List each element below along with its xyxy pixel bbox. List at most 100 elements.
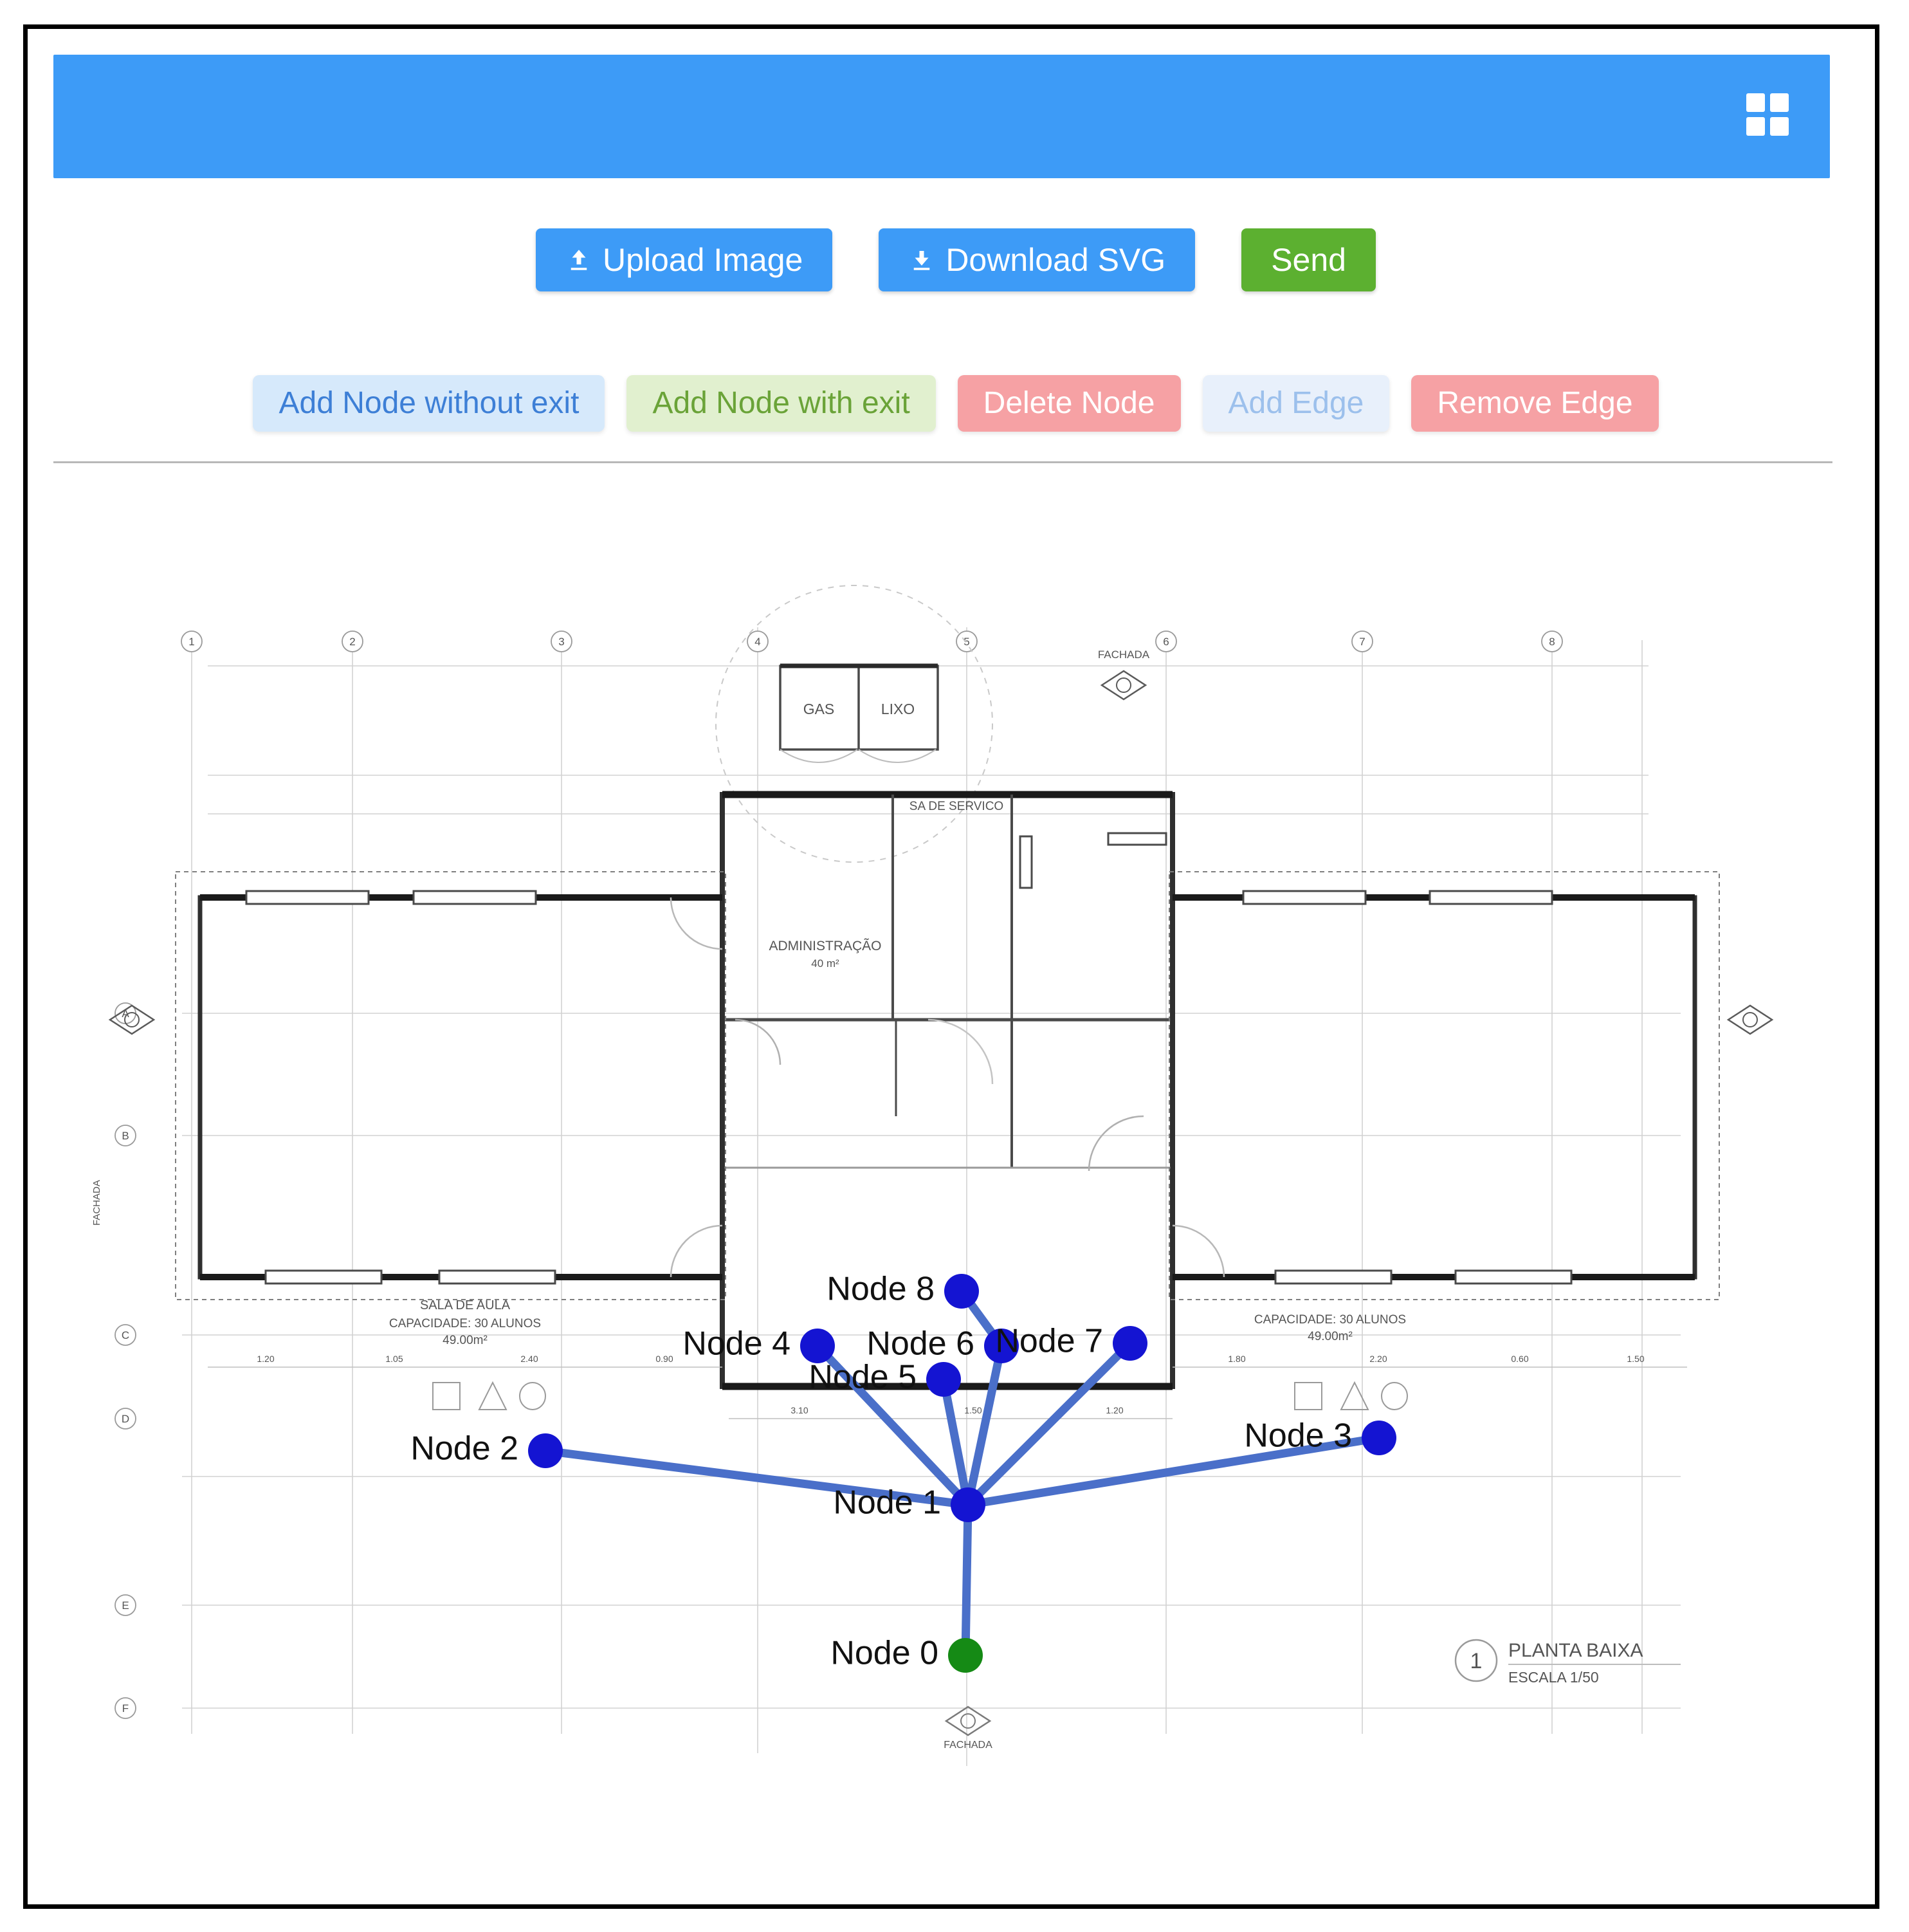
- upload-icon: [571, 250, 587, 270]
- download-svg-label: Download SVG: [945, 242, 1166, 278]
- graph-node-circle[interactable]: [528, 1433, 563, 1468]
- room-label-gas: GAS: [803, 701, 835, 717]
- graph-node[interactable]: Node 5: [808, 1359, 961, 1397]
- room-label-lixo: LIXO: [881, 701, 915, 717]
- right-room-capacity: CAPACIDADE: 30 ALUNOS: [1254, 1313, 1406, 1327]
- facade-marker-left: FACHADA: [91, 1004, 156, 1226]
- svg-text:6: 6: [1163, 636, 1169, 648]
- svg-text:D: D: [122, 1413, 129, 1425]
- svg-text:1.50: 1.50: [964, 1405, 982, 1415]
- left-room-capacity: CAPACIDADE: 30 ALUNOS: [389, 1317, 541, 1330]
- graph-node-circle[interactable]: [948, 1638, 983, 1673]
- graph-node-label: Node 6: [866, 1325, 974, 1363]
- left-classroom-walls: [175, 871, 726, 1300]
- graph-node[interactable]: Node 2: [410, 1430, 563, 1468]
- right-room-area: 49.00m²: [1308, 1330, 1353, 1343]
- room-label-administracao: ADMINISTRAÇÃO: [769, 938, 881, 953]
- plan-canvas[interactable]: 12 34 56 78 AB CD EF GAS LIXO FACHADA FA…: [53, 473, 1832, 1882]
- svg-text:3.10: 3.10: [790, 1405, 808, 1415]
- svg-text:E: E: [122, 1599, 129, 1612]
- graph-edge[interactable]: [961, 1500, 973, 1660]
- remove-edge-button[interactable]: Remove Edge: [1411, 375, 1659, 432]
- graph-node-label: Node 5: [808, 1359, 917, 1396]
- facade-marker-bottom: FACHADA: [944, 1706, 992, 1751]
- svg-text:1.05: 1.05: [385, 1354, 403, 1364]
- facade-label-bottom: FACHADA: [944, 1740, 992, 1751]
- graph-node-layer[interactable]: Node 0Node 1Node 2 Node 3Node 4Node 5Node…: [410, 1271, 1396, 1673]
- svg-text:1.50: 1.50: [1627, 1354, 1644, 1364]
- graph-node-circle[interactable]: [1362, 1421, 1396, 1455]
- svg-text:1: 1: [188, 636, 194, 648]
- delete-node-button[interactable]: Delete Node: [957, 375, 1181, 432]
- svg-text:C: C: [122, 1329, 129, 1341]
- facade-label-left: FACHADA: [91, 1180, 102, 1226]
- svg-text:B: B: [122, 1130, 129, 1142]
- graph-node-circle[interactable]: [944, 1274, 979, 1309]
- graph-node-label: Node 7: [995, 1323, 1103, 1360]
- room-area-administracao: 40 m²: [811, 957, 839, 970]
- svg-text:2.20: 2.20: [1369, 1354, 1387, 1364]
- sheet-title: PLANTA BAIXA: [1508, 1640, 1643, 1661]
- node-tool-row: Add Node without exit Add Node with exit…: [28, 375, 1875, 432]
- room-label-servico: SA DE SERVICO: [909, 800, 1003, 813]
- upload-image-button[interactable]: Upload Image: [536, 228, 833, 291]
- svg-text:3: 3: [558, 636, 564, 648]
- svg-text:0.60: 0.60: [1511, 1354, 1528, 1364]
- plan-svg-root[interactable]: 12 34 56 78 AB CD EF GAS LIXO FACHADA FA…: [53, 473, 1832, 1882]
- graph-node-label: Node 2: [410, 1430, 518, 1467]
- app-header-bar: [53, 55, 1830, 178]
- sheet-number: 1: [1470, 1649, 1483, 1673]
- sheet-scale: ESCALA 1/50: [1508, 1669, 1599, 1686]
- graph-node[interactable]: Node 3: [1244, 1417, 1396, 1455]
- svg-text:7: 7: [1359, 636, 1365, 648]
- svg-text:5: 5: [964, 636, 969, 648]
- app-window: Upload Image Download SVG Send Add Node …: [23, 24, 1879, 1909]
- right-classroom-walls: [1169, 871, 1720, 1300]
- svg-text:1.80: 1.80: [1228, 1354, 1245, 1364]
- svg-text:0.90: 0.90: [655, 1354, 673, 1364]
- facade-marker-right: [1726, 1004, 1774, 1035]
- send-button[interactable]: Send: [1241, 228, 1376, 291]
- left-room-area: 49.00m²: [443, 1334, 488, 1347]
- add-node-without-exit-button[interactable]: Add Node without exit: [253, 375, 605, 432]
- send-label: Send: [1271, 242, 1346, 278]
- graph-node-label: Node 3: [1244, 1417, 1352, 1455]
- download-svg-button[interactable]: Download SVG: [879, 228, 1196, 291]
- graph-node-label: Node 1: [833, 1484, 941, 1522]
- graph-node[interactable]: Node 7: [995, 1323, 1147, 1361]
- download-icon: [914, 251, 930, 270]
- facade-label-top: FACHADA: [1098, 649, 1150, 661]
- graph-node-circle[interactable]: [951, 1487, 985, 1522]
- svg-text:8: 8: [1549, 636, 1555, 648]
- svg-text:2.40: 2.40: [520, 1354, 538, 1364]
- graph-node-circle[interactable]: [1113, 1326, 1147, 1361]
- svg-text:1.20: 1.20: [257, 1354, 274, 1364]
- left-room-title: SALA DE AULA: [420, 1298, 511, 1312]
- toolbar-divider: [53, 461, 1832, 463]
- grid-cell-bl: [1746, 117, 1765, 136]
- room-symbol-group-right: [1294, 1381, 1408, 1410]
- grid-cell-tl: [1746, 93, 1765, 112]
- graph-node[interactable]: Node 0: [830, 1635, 983, 1673]
- facade-marker-top: FACHADA: [1098, 649, 1150, 701]
- grid-2x2-icon[interactable]: [1746, 93, 1789, 136]
- graph-node-label: Node 0: [830, 1635, 938, 1672]
- graph-node-label: Node 4: [682, 1325, 790, 1363]
- floorplan-drawing: 12 34 56 78 AB CD EF GAS LIXO FACHADA FA…: [91, 585, 1774, 1766]
- svg-text:2: 2: [349, 636, 355, 648]
- grid-cell-tr: [1770, 93, 1789, 112]
- graph-node[interactable]: Node 4: [682, 1325, 835, 1363]
- svg-text:1.20: 1.20: [1106, 1405, 1123, 1415]
- primary-action-row: Upload Image Download SVG Send: [28, 228, 1875, 291]
- graph-node-label: Node 8: [827, 1271, 935, 1308]
- graph-node-circle[interactable]: [926, 1362, 961, 1397]
- sheet-title-block: 1 PLANTA BAIXA ESCALA 1/50: [1454, 1639, 1681, 1686]
- add-edge-button[interactable]: Add Edge: [1202, 375, 1390, 432]
- grid-cell-br: [1770, 117, 1789, 136]
- graph-node[interactable]: Node 8: [827, 1271, 979, 1309]
- svg-text:F: F: [122, 1702, 129, 1715]
- add-node-with-exit-button[interactable]: Add Node with exit: [626, 375, 936, 432]
- svg-text:4: 4: [754, 636, 760, 648]
- upload-image-label: Upload Image: [603, 242, 803, 278]
- graph-node[interactable]: Node 1: [833, 1484, 985, 1522]
